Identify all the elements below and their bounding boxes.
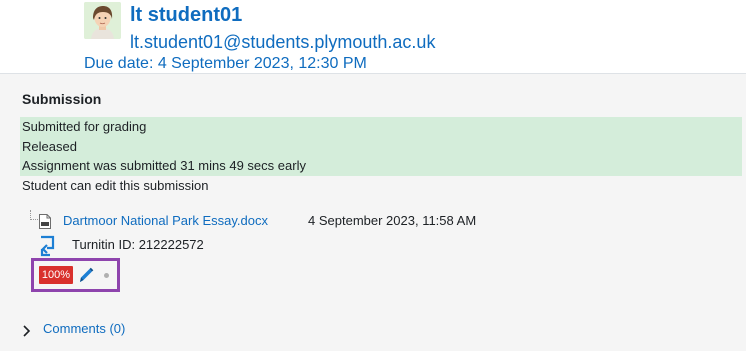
pencil-icon[interactable] [78, 266, 94, 284]
document-file-icon [39, 214, 51, 229]
submission-panel: Submission Submitted for grading Release… [0, 73, 746, 351]
comments-link[interactable]: Comments (0) [43, 321, 125, 336]
chevron-right-icon[interactable] [21, 324, 33, 337]
similarity-score-badge[interactable]: 100% [39, 266, 73, 284]
status-submitted: Submitted for grading [20, 117, 742, 137]
status-early: Assignment was submitted 31 mins 49 secs… [20, 156, 742, 176]
student-header: lt student01 lt.student01@students.plymo… [0, 0, 746, 73]
file-date: 4 September 2023, 11:58 AM [308, 213, 477, 228]
user-avatar-icon[interactable] [84, 2, 121, 39]
similarity-annotation-box: 100% [31, 258, 120, 292]
turnitin-id: Turnitin ID: 212222572 [72, 237, 204, 252]
section-title: Submission [22, 91, 102, 107]
more-dot-icon[interactable] [104, 273, 109, 278]
status-editable: Student can edit this submission [22, 178, 209, 193]
due-date: Due date: 4 September 2023, 12:30 PM [84, 55, 367, 72]
student-name[interactable]: lt student01 [130, 4, 242, 27]
status-released: Released [20, 137, 742, 157]
file-tree-connector [30, 210, 38, 220]
turnitin-icon [39, 235, 57, 257]
submitted-file-link[interactable]: Dartmoor National Park Essay.docx [63, 213, 268, 228]
student-email: lt.student01@students.plymouth.ac.uk [130, 32, 436, 52]
